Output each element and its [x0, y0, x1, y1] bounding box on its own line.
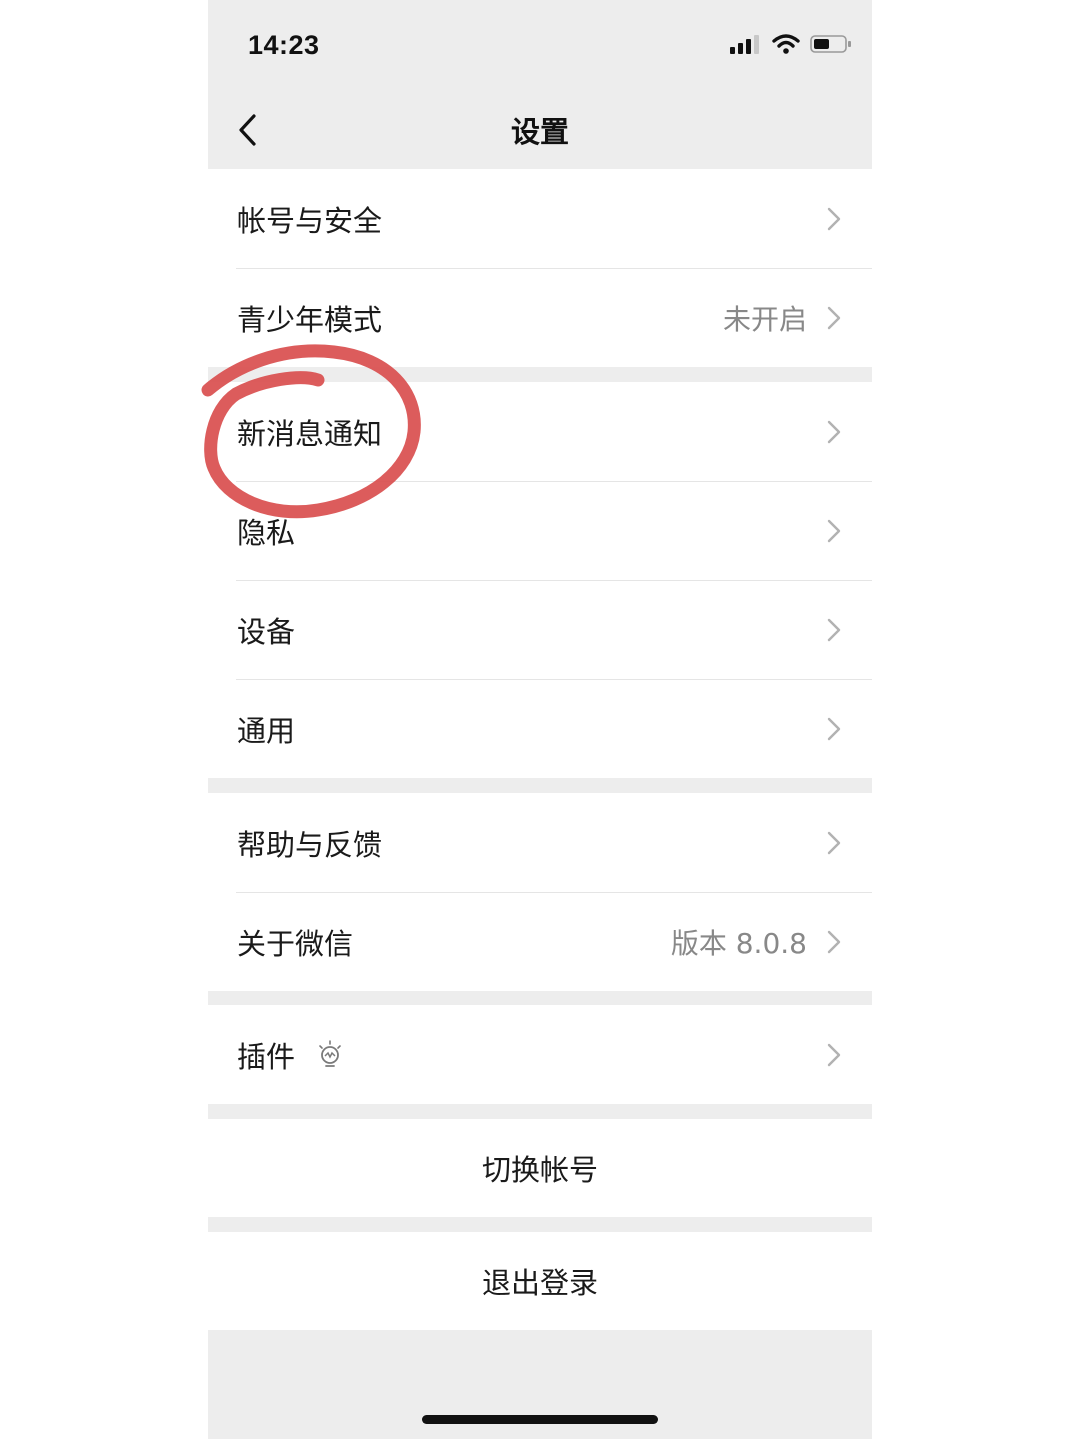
row-label: 设备 [237, 614, 296, 649]
chevron-right-icon [827, 207, 841, 230]
row-plugins[interactable]: 插件 [208, 1005, 872, 1104]
lightbulb-icon [319, 1039, 341, 1067]
row-devices[interactable]: 设备 [208, 580, 872, 679]
phone-screen: 14:23 设置 帐号与安全 青少年模式 未开启 新消息通知 隐私 设备 通用 … [208, 0, 872, 1439]
row-label: 隐私 [237, 515, 296, 550]
home-indicator [422, 1415, 658, 1424]
row-new-message-notification[interactable]: 新消息通知 [208, 382, 872, 481]
wifi-icon [772, 34, 800, 54]
chevron-right-icon [827, 717, 841, 740]
status-icons [730, 34, 852, 54]
chevron-right-icon [827, 618, 841, 641]
row-label: 新消息通知 [237, 416, 383, 451]
row-privacy[interactable]: 隐私 [208, 481, 872, 580]
settings-group-account: 帐号与安全 青少年模式 未开启 [208, 169, 872, 367]
nav-bar: 设置 [208, 96, 872, 168]
switch-account-button[interactable]: 切换帐号 [208, 1119, 872, 1217]
status-time: 14:23 [248, 30, 320, 60]
chevron-right-icon [827, 831, 841, 854]
logout-button[interactable]: 退出登录 [208, 1232, 872, 1330]
settings-group-plugins: 插件 [208, 1005, 872, 1104]
row-youth-mode[interactable]: 青少年模式 未开启 [208, 268, 872, 367]
status-bar: 14:23 [208, 0, 872, 96]
row-general[interactable]: 通用 [208, 679, 872, 778]
row-value: 版本 8.0.8 [670, 926, 807, 960]
row-help-feedback[interactable]: 帮助与反馈 [208, 793, 872, 892]
battery-icon [810, 35, 851, 53]
row-label: 插件 [237, 1039, 296, 1074]
page-title: 设置 [510, 115, 569, 149]
row-label: 通用 [237, 713, 296, 748]
row-account-security[interactable]: 帐号与安全 [208, 169, 872, 268]
row-about-wechat[interactable]: 关于微信 版本 8.0.8 [208, 892, 872, 991]
chevron-right-icon [827, 930, 841, 953]
row-label: 关于微信 [237, 926, 354, 961]
chevron-right-icon [827, 420, 841, 443]
row-value: 未开启 [722, 302, 807, 336]
signal-icon [730, 35, 759, 54]
chevron-right-icon [827, 1043, 841, 1066]
settings-group-main: 新消息通知 隐私 设备 通用 [208, 382, 872, 778]
chevron-right-icon [827, 519, 841, 542]
row-label: 帮助与反馈 [237, 827, 383, 862]
settings-group-help: 帮助与反馈 关于微信 版本 8.0.8 [208, 793, 872, 991]
chevron-right-icon [827, 306, 841, 329]
row-label: 青少年模式 [237, 302, 383, 337]
row-label: 帐号与安全 [237, 203, 383, 238]
